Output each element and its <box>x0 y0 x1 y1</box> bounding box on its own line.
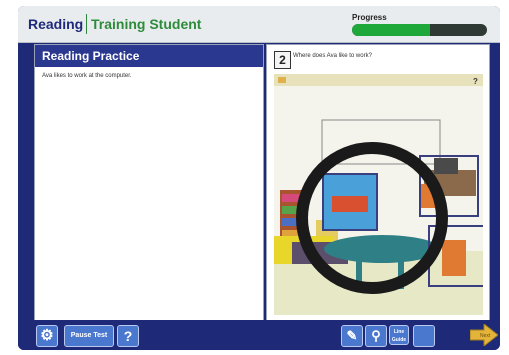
highlighter-button[interactable]: ✎ <box>341 325 363 347</box>
student-name: Training Student <box>91 16 202 32</box>
blank-tool-button[interactable] <box>413 325 435 347</box>
answer-picture: ? <box>274 74 483 315</box>
help-mini-icon[interactable]: ? <box>473 77 478 86</box>
magnifier-button[interactable]: ⚲ <box>365 325 387 347</box>
passage-title: Reading Practice <box>35 45 263 67</box>
question-text: Where does Ava like to work? <box>293 53 372 59</box>
red-object <box>332 196 368 212</box>
next-button[interactable]: Next <box>470 324 498 346</box>
gear-icon: ⚙ <box>40 327 54 344</box>
passage-text[interactable]: Ava likes to work at the computer. <box>35 67 263 79</box>
settings-button[interactable]: ⚙ <box>36 325 58 347</box>
magnifier-icon: ⚲ <box>371 328 381 343</box>
help-button[interactable]: ? <box>117 325 139 347</box>
progress-fill <box>352 24 431 36</box>
bottom-toolbar: ⚙ Pause Test ? ✎ ⚲ Line Guide Next <box>18 320 500 350</box>
subject-title: Reading <box>28 16 84 32</box>
pause-test-button[interactable]: Pause Test <box>64 325 114 347</box>
computer-monitor <box>434 158 458 174</box>
progress-bar <box>352 24 487 36</box>
orange-chair <box>442 240 466 276</box>
line-guide-button[interactable]: Line Guide <box>389 325 409 345</box>
question-panel: 2 Where does Ava like to work? ? <box>266 44 490 326</box>
highlighter-icon: ✎ <box>346 328 358 343</box>
svg-text:Next: Next <box>480 333 491 339</box>
picture-toolbar <box>274 74 483 86</box>
header-divider <box>86 14 87 34</box>
question-number: 2 <box>274 51 291 69</box>
test-window: Reading Training Student Progress Readin… <box>18 6 500 350</box>
pencil-icon[interactable] <box>278 77 286 83</box>
header-bar: Reading Training Student Progress <box>18 6 500 43</box>
svg-text:?: ? <box>473 77 478 86</box>
passage-panel: Reading Practice Ava likes to work at th… <box>34 44 264 326</box>
progress-label: Progress <box>352 13 387 22</box>
